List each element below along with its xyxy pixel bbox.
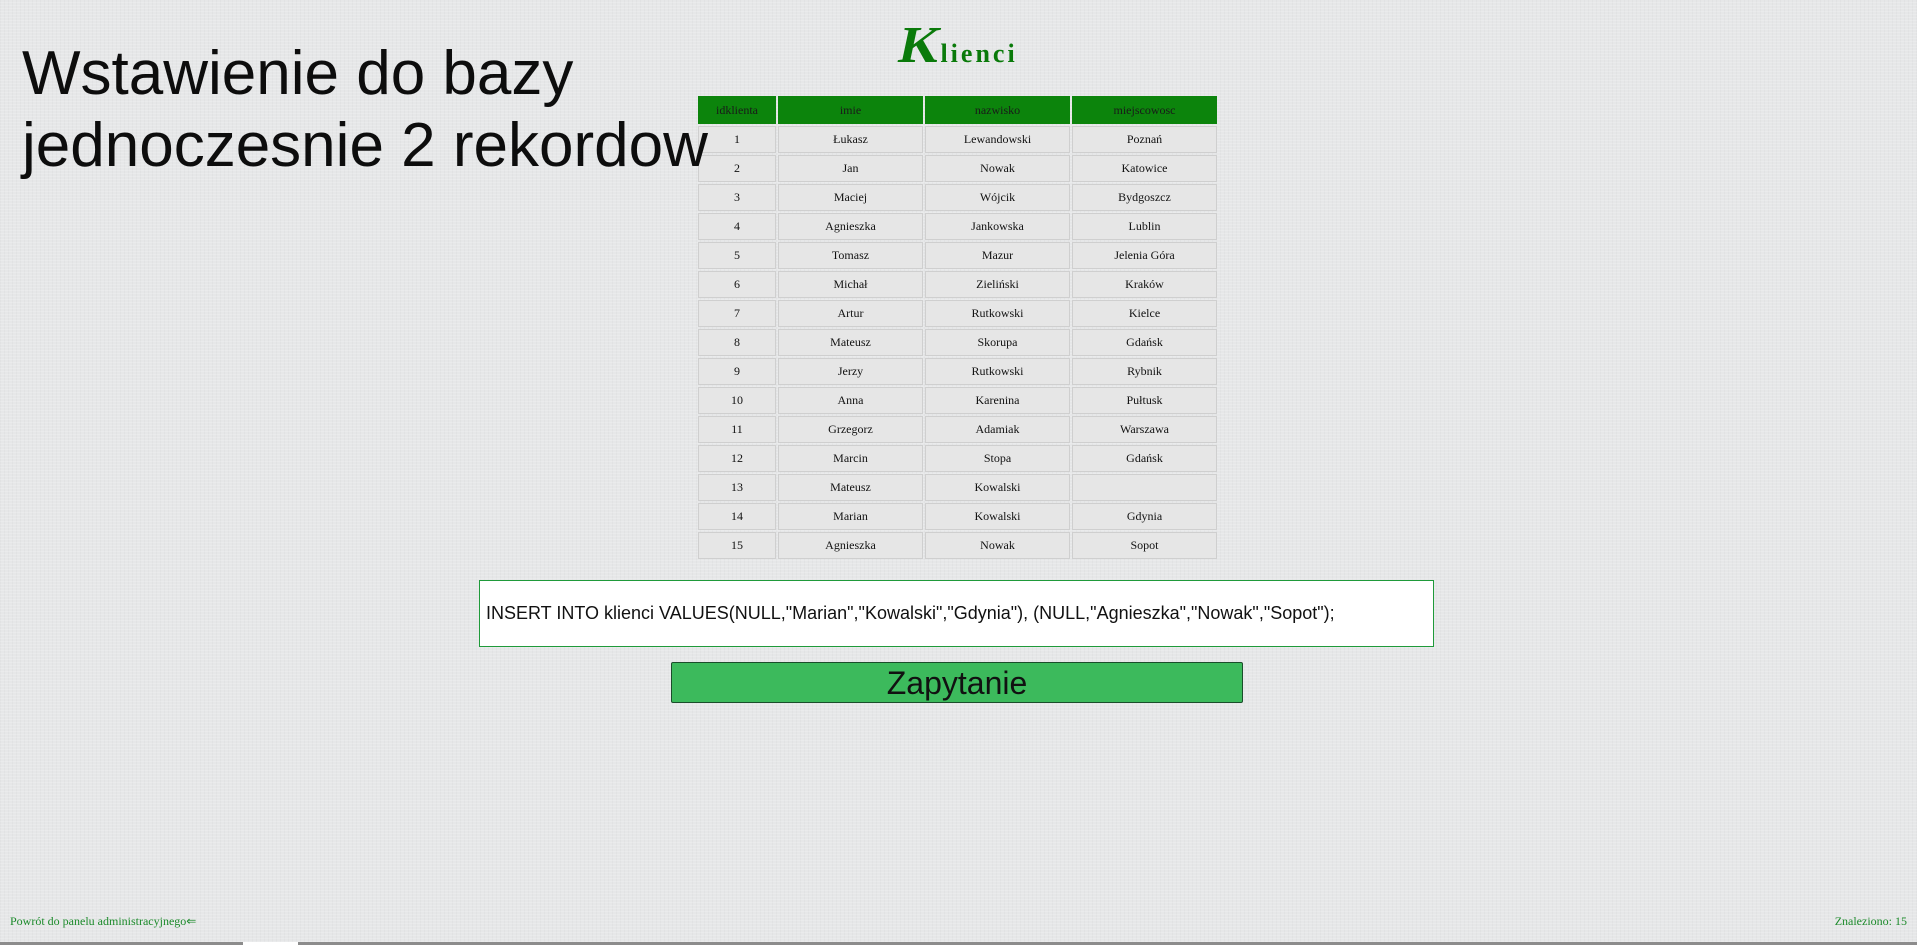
table-row: 6 Michał Zieliński Kraków	[698, 271, 1217, 298]
cell-first-name: Jan	[778, 155, 923, 182]
cell-first-name: Jerzy	[778, 358, 923, 385]
cell-city: Sopot	[1072, 532, 1217, 559]
column-header-imie: imie	[778, 96, 923, 124]
table-row: 7 Artur Rutkowski Kielce	[698, 300, 1217, 327]
cell-last-name: Karenina	[925, 387, 1070, 414]
cell-city: Rybnik	[1072, 358, 1217, 385]
cell-first-name: Mateusz	[778, 329, 923, 356]
cell-last-name: Zieliński	[925, 271, 1070, 298]
column-header-nazwisko: nazwisko	[925, 96, 1070, 124]
table-row: 4 Agnieszka Jankowska Lublin	[698, 213, 1217, 240]
table-row: 5 Tomasz Mazur Jelenia Góra	[698, 242, 1217, 269]
results-count: Znaleziono: 15	[1834, 914, 1907, 928]
cell-id: 14	[698, 503, 776, 530]
table-header-row: idklienta imie nazwisko miejscowosc	[698, 96, 1217, 124]
cell-city: Pułtusk	[1072, 387, 1217, 414]
cell-city: Gdańsk	[1072, 329, 1217, 356]
cell-first-name: Marcin	[778, 445, 923, 472]
cell-id: 5	[698, 242, 776, 269]
cell-id: 3	[698, 184, 776, 211]
table-row: 15 Agnieszka Nowak Sopot	[698, 532, 1217, 559]
table-row: 10 Anna Karenina Pułtusk	[698, 387, 1217, 414]
cell-city: Jelenia Góra	[1072, 242, 1217, 269]
table-row: 14 Marian Kowalski Gdynia	[698, 503, 1217, 530]
cell-last-name: Rutkowski	[925, 300, 1070, 327]
cell-last-name: Nowak	[925, 155, 1070, 182]
cell-city: Kraków	[1072, 271, 1217, 298]
cell-first-name: Łukasz	[778, 126, 923, 153]
clients-table-container: idklienta imie nazwisko miejscowosc 1 Łu…	[696, 94, 1218, 561]
cell-id: 4	[698, 213, 776, 240]
cell-first-name: Maciej	[778, 184, 923, 211]
cell-first-name: Agnieszka	[778, 532, 923, 559]
table-row: 8 Mateusz Skorupa Gdańsk	[698, 329, 1217, 356]
logo-initial: K	[894, 17, 947, 74]
cell-last-name: Rutkowski	[925, 358, 1070, 385]
clients-table: idklienta imie nazwisko miejscowosc 1 Łu…	[696, 94, 1219, 561]
cell-first-name: Anna	[778, 387, 923, 414]
cell-city: Katowice	[1072, 155, 1217, 182]
page-title: Wstawienie do bazy jednoczesnie 2 rekord…	[22, 38, 742, 182]
cell-first-name: Tomasz	[778, 242, 923, 269]
cell-last-name: Kowalski	[925, 474, 1070, 501]
cell-first-name: Michał	[778, 271, 923, 298]
cell-city: Kielce	[1072, 300, 1217, 327]
cell-first-name: Marian	[778, 503, 923, 530]
cell-last-name: Skorupa	[925, 329, 1070, 356]
cell-id: 12	[698, 445, 776, 472]
cell-last-name: Adamiak	[925, 416, 1070, 443]
back-to-admin-panel-link[interactable]: Powrót do panelu administracyjnego⇐	[10, 914, 196, 929]
cell-city: Bydgoszcz	[1072, 184, 1217, 211]
cell-id: 15	[698, 532, 776, 559]
cell-last-name: Stopa	[925, 445, 1070, 472]
cell-first-name: Agnieszka	[778, 213, 923, 240]
page-title-line-1: Wstawienie do bazy	[22, 39, 574, 108]
cell-first-name: Mateusz	[778, 474, 923, 501]
table-row: 2 Jan Nowak Katowice	[698, 155, 1217, 182]
cell-last-name: Mazur	[925, 242, 1070, 269]
cell-city: Warszawa	[1072, 416, 1217, 443]
cell-last-name: Lewandowski	[925, 126, 1070, 153]
cell-first-name: Grzegorz	[778, 416, 923, 443]
cell-id: 10	[698, 387, 776, 414]
klienci-logo: Klienci	[894, 17, 1018, 74]
table-row: 9 Jerzy Rutkowski Rybnik	[698, 358, 1217, 385]
cell-last-name: Wójcik	[925, 184, 1070, 211]
cell-city: Gdynia	[1072, 503, 1217, 530]
cell-id: 6	[698, 271, 776, 298]
query-submit-button[interactable]: Zapytanie	[671, 662, 1243, 703]
page-title-line-2: jednoczesnie 2 rekordow	[22, 111, 708, 180]
cell-id: 11	[698, 416, 776, 443]
cell-last-name: Nowak	[925, 532, 1070, 559]
table-row: 13 Mateusz Kowalski	[698, 474, 1217, 501]
cell-last-name: Kowalski	[925, 503, 1070, 530]
table-row: 11 Grzegorz Adamiak Warszawa	[698, 416, 1217, 443]
cell-first-name: Artur	[778, 300, 923, 327]
cell-city: Lublin	[1072, 213, 1217, 240]
table-row: 12 Marcin Stopa Gdańsk	[698, 445, 1217, 472]
logo-text: lienci	[940, 39, 1018, 68]
cell-id: 8	[698, 329, 776, 356]
table-row: 3 Maciej Wójcik Bydgoszcz	[698, 184, 1217, 211]
cell-city: Gdańsk	[1072, 445, 1217, 472]
cell-id: 9	[698, 358, 776, 385]
cell-last-name: Jankowska	[925, 213, 1070, 240]
cell-id: 13	[698, 474, 776, 501]
cell-id: 7	[698, 300, 776, 327]
table-row: 1 Łukasz Lewandowski Poznań	[698, 126, 1217, 153]
column-header-miejscowosc: miejscowosc	[1072, 96, 1217, 124]
cell-city	[1072, 474, 1217, 501]
cell-city: Poznań	[1072, 126, 1217, 153]
sql-query-input[interactable]	[479, 580, 1434, 647]
